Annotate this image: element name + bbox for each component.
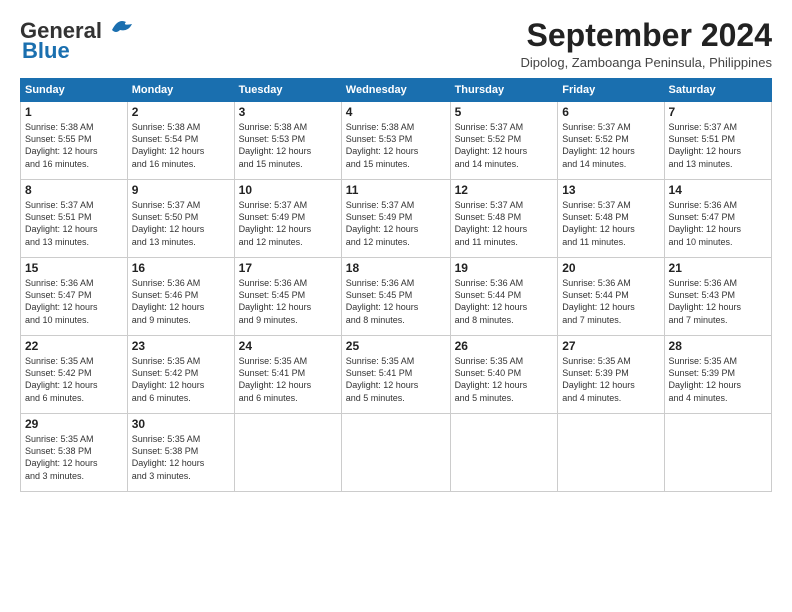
day-26: 26 Sunrise: 5:35 AMSunset: 5:40 PMDaylig… (450, 336, 558, 414)
day-12: 12 Sunrise: 5:37 AMSunset: 5:48 PMDaylig… (450, 180, 558, 258)
logo: General Blue (20, 18, 136, 64)
col-saturday: Saturday (664, 79, 771, 102)
day-10: 10 Sunrise: 5:37 AMSunset: 5:49 PMDaylig… (234, 180, 341, 258)
page: General Blue September 2024 Dipolog, Zam… (0, 0, 792, 502)
header-row: Sunday Monday Tuesday Wednesday Thursday… (21, 79, 772, 102)
day-24: 24 Sunrise: 5:35 AMSunset: 5:41 PMDaylig… (234, 336, 341, 414)
day-27: 27 Sunrise: 5:35 AMSunset: 5:39 PMDaylig… (558, 336, 664, 414)
calendar-table: Sunday Monday Tuesday Wednesday Thursday… (20, 78, 772, 492)
week-4: 22 Sunrise: 5:35 AMSunset: 5:42 PMDaylig… (21, 336, 772, 414)
empty-5 (664, 414, 771, 492)
day-18: 18 Sunrise: 5:36 AMSunset: 5:45 PMDaylig… (341, 258, 450, 336)
day-11: 11 Sunrise: 5:37 AMSunset: 5:49 PMDaylig… (341, 180, 450, 258)
day-3: 3 Sunrise: 5:38 AMSunset: 5:53 PMDayligh… (234, 102, 341, 180)
day-16: 16 Sunrise: 5:36 AMSunset: 5:46 PMDaylig… (127, 258, 234, 336)
col-friday: Friday (558, 79, 664, 102)
week-2: 8 Sunrise: 5:37 AMSunset: 5:51 PMDayligh… (21, 180, 772, 258)
month-title: September 2024 (521, 18, 773, 53)
col-thursday: Thursday (450, 79, 558, 102)
day-20: 20 Sunrise: 5:36 AMSunset: 5:44 PMDaylig… (558, 258, 664, 336)
day-29: 29 Sunrise: 5:35 AMSunset: 5:38 PMDaylig… (21, 414, 128, 492)
day-15: 15 Sunrise: 5:36 AMSunset: 5:47 PMDaylig… (21, 258, 128, 336)
day-28: 28 Sunrise: 5:35 AMSunset: 5:39 PMDaylig… (664, 336, 771, 414)
day-22: 22 Sunrise: 5:35 AMSunset: 5:42 PMDaylig… (21, 336, 128, 414)
logo-bird-icon (104, 16, 136, 38)
day-14: 14 Sunrise: 5:36 AMSunset: 5:47 PMDaylig… (664, 180, 771, 258)
empty-3 (450, 414, 558, 492)
col-sunday: Sunday (21, 79, 128, 102)
day-13: 13 Sunrise: 5:37 AMSunset: 5:48 PMDaylig… (558, 180, 664, 258)
day-6: 6 Sunrise: 5:37 AMSunset: 5:52 PMDayligh… (558, 102, 664, 180)
day-8: 8 Sunrise: 5:37 AMSunset: 5:51 PMDayligh… (21, 180, 128, 258)
day-25: 25 Sunrise: 5:35 AMSunset: 5:41 PMDaylig… (341, 336, 450, 414)
day-7: 7 Sunrise: 5:37 AMSunset: 5:51 PMDayligh… (664, 102, 771, 180)
empty-2 (341, 414, 450, 492)
week-3: 15 Sunrise: 5:36 AMSunset: 5:47 PMDaylig… (21, 258, 772, 336)
subtitle: Dipolog, Zamboanga Peninsula, Philippine… (521, 55, 773, 70)
col-wednesday: Wednesday (341, 79, 450, 102)
title-area: September 2024 Dipolog, Zamboanga Penins… (521, 18, 773, 70)
day-17: 17 Sunrise: 5:36 AMSunset: 5:45 PMDaylig… (234, 258, 341, 336)
logo-blue: Blue (22, 38, 70, 64)
empty-1 (234, 414, 341, 492)
day-5: 5 Sunrise: 5:37 AMSunset: 5:52 PMDayligh… (450, 102, 558, 180)
col-monday: Monday (127, 79, 234, 102)
empty-4 (558, 414, 664, 492)
day-2: 2 Sunrise: 5:38 AMSunset: 5:54 PMDayligh… (127, 102, 234, 180)
week-1: 1 Sunrise: 5:38 AMSunset: 5:55 PMDayligh… (21, 102, 772, 180)
day-21: 21 Sunrise: 5:36 AMSunset: 5:43 PMDaylig… (664, 258, 771, 336)
day-1: 1 Sunrise: 5:38 AMSunset: 5:55 PMDayligh… (21, 102, 128, 180)
day-9: 9 Sunrise: 5:37 AMSunset: 5:50 PMDayligh… (127, 180, 234, 258)
header: General Blue September 2024 Dipolog, Zam… (20, 18, 772, 70)
day-30: 30 Sunrise: 5:35 AMSunset: 5:38 PMDaylig… (127, 414, 234, 492)
week-5: 29 Sunrise: 5:35 AMSunset: 5:38 PMDaylig… (21, 414, 772, 492)
day-4: 4 Sunrise: 5:38 AMSunset: 5:53 PMDayligh… (341, 102, 450, 180)
day-19: 19 Sunrise: 5:36 AMSunset: 5:44 PMDaylig… (450, 258, 558, 336)
col-tuesday: Tuesday (234, 79, 341, 102)
day-23: 23 Sunrise: 5:35 AMSunset: 5:42 PMDaylig… (127, 336, 234, 414)
